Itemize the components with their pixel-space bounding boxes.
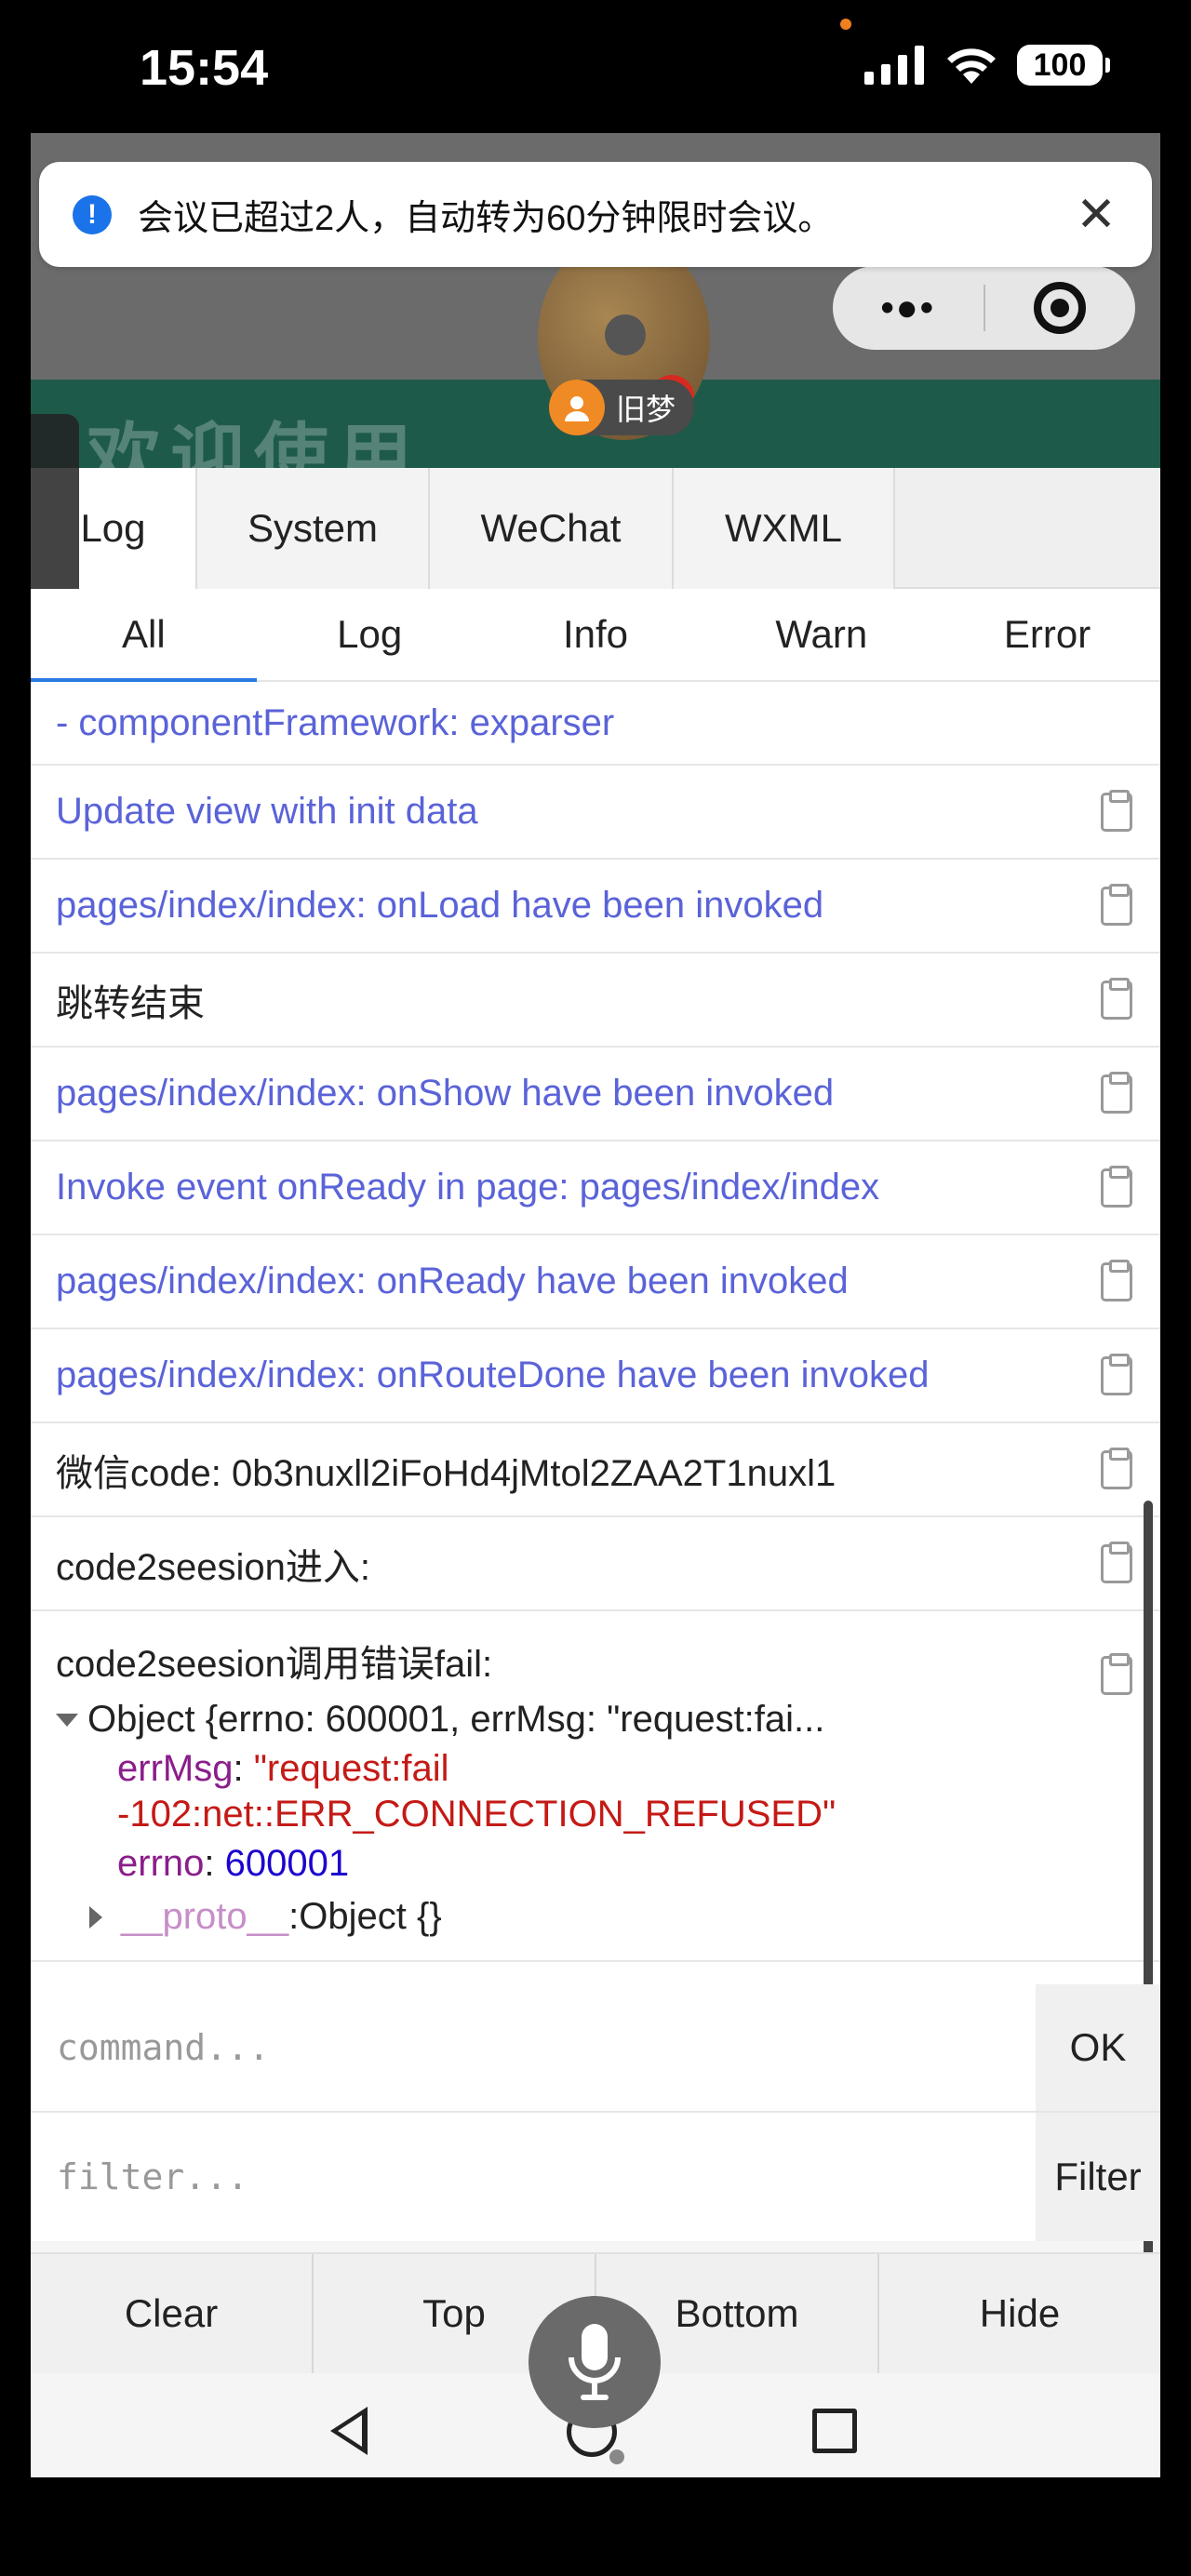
tab-wxml[interactable]: WXML [674,468,895,589]
command-bar: OK [31,1984,1160,2113]
log-text: pages/index/index: onShow have been invo… [56,1073,835,1114]
prop-errmsg: errMsg: "request:fail [117,1748,449,1789]
prop-value: Object {} [299,1896,442,1937]
battery-icon: 100 [1017,45,1110,86]
user-name: 旧梦 [616,393,676,426]
ok-button[interactable]: OK [1036,1984,1160,2111]
log-row: - componentFramework: exparser [31,682,1160,766]
user-icon [549,380,605,435]
log-text: Invoke event onReady in page: pages/inde… [56,1167,880,1208]
user-tag: 旧梦 [549,380,695,435]
log-row: Update view with init data [31,766,1160,860]
log-text: Update view with init data [56,791,478,832]
close-icon[interactable]: ✕ [1068,187,1124,243]
log-row: 微信code: 0b3nuxll2iFoHd4jMtol2ZAA2T1nuxl1 [31,1423,1160,1517]
log-text: - componentFramework: exparser [56,701,615,743]
copy-icon[interactable] [1101,977,1132,1020]
close-miniprogram-button[interactable] [985,282,1136,334]
log-row-error-object: code2seesion调用错误fail: Object {errno: 600… [31,1611,1160,1962]
signal-icon [864,46,924,85]
subtab-info[interactable]: Info [483,589,709,680]
log-text: pages/index/index: onRouteDone have been… [56,1355,930,1395]
microphone-icon [569,2324,621,2400]
filter-button[interactable]: Filter [1036,2113,1160,2241]
subtab-all[interactable]: All [31,589,257,682]
copy-icon[interactable] [1101,1071,1132,1114]
wifi-icon [947,48,996,84]
notification-text: 会议已超过2人，自动转为60分钟限时会议。 [138,199,834,238]
log-text: code2seesion进入: [56,1546,370,1588]
clear-button[interactable]: Clear [31,2254,314,2373]
target-icon [1034,282,1087,334]
log-row: pages/index/index: onReady have been inv… [31,1235,1160,1329]
tab-system[interactable]: System [197,468,430,589]
prop-key: errMsg [117,1748,234,1789]
miniprogram-capsule: •●• [833,266,1135,350]
copy-icon[interactable] [1101,1541,1132,1583]
copy-icon[interactable] [1101,1353,1132,1395]
expand-triangle-icon [56,1713,78,1727]
log-row: code2seesion进入: [31,1517,1160,1611]
prop-key: errno [117,1843,205,1884]
tab-wechat[interactable]: WeChat [430,468,674,589]
privacy-indicator-dot [840,19,851,30]
prop-errno: errno: 600001 [117,1843,350,1884]
log-text: 跳转结束 [56,982,205,1024]
recent-apps-icon[interactable] [812,2409,857,2453]
copy-icon[interactable] [1101,1447,1132,1489]
back-icon[interactable] [330,2407,368,2455]
log-row: pages/index/index: onRouteDone have been… [31,1329,1160,1423]
subtab-log[interactable]: Log [257,589,483,680]
prop-value: "request:fail [253,1748,449,1789]
prop-value: 600001 [224,1843,350,1884]
log-row: pages/index/index: onLoad have been invo… [31,860,1160,954]
filter-bar: Filter [31,2113,1160,2241]
object-summary: Object {errno: 600001, errMsg: "request:… [87,1699,825,1740]
status-time: 15:54 [140,40,269,96]
object-toggle[interactable]: Object {errno: 600001, errMsg: "request:… [56,1699,1067,1741]
prop-value-continued: -102:net::ERR_CONNECTION_REFUSED" [117,1794,836,1835]
log-text: pages/index/index: onLoad have been invo… [56,885,824,926]
filter-input[interactable] [31,2113,1036,2241]
status-icons: 100 [864,45,1110,86]
hide-button[interactable]: Hide [879,2254,1160,2373]
microphone-button[interactable] [529,2296,661,2428]
info-icon: ! [73,194,112,234]
vconsole-tabs: Log System WeChat WXML [31,468,1160,589]
avatar-mic-icon [605,314,646,355]
log-row: Invoke event onReady in page: pages/inde… [31,1141,1160,1235]
copy-icon[interactable] [1101,1653,1132,1695]
indicator-dot [609,2449,624,2464]
log-text: 微信code: 0b3nuxll2iFoHd4jMtol2ZAA2T1nuxl1 [56,1452,836,1494]
copy-icon[interactable] [1101,1165,1132,1208]
command-input[interactable] [31,1984,1036,2111]
status-bar: 15:54 100 [0,0,1191,135]
more-options-button[interactable]: •●• [833,287,984,329]
log-row: 跳转结束 [31,954,1160,1048]
vconsole-log-filter-tabs: All Log Info Warn Error [31,589,1160,682]
vconsole-log-list[interactable]: - componentFramework: exparser Update vi… [31,682,1160,1984]
log-text: code2seesion调用错误fail: [56,1644,493,1685]
log-row: pages/index/index: onShow have been invo… [31,1048,1160,1141]
log-text: pages/index/index: onReady have been inv… [56,1261,849,1301]
subtab-error[interactable]: Error [934,589,1160,680]
prop-key: __proto__ [121,1896,289,1937]
copy-icon[interactable] [1101,1259,1132,1301]
meeting-notification: ! 会议已超过2人，自动转为60分钟限时会议。 ✕ [39,162,1152,267]
proto-toggle[interactable]: __proto__: Object {} [89,1896,1067,1938]
phone-screen: 欢迎使用 •●• 旧梦 ! 会议已超过2人，自动转为60分钟限时会议。 ✕ Lo… [31,133,1160,2477]
collapse-triangle-icon [89,1905,102,1929]
copy-icon[interactable] [1101,789,1132,832]
copy-icon[interactable] [1101,883,1132,926]
subtab-warn[interactable]: Warn [708,589,934,680]
